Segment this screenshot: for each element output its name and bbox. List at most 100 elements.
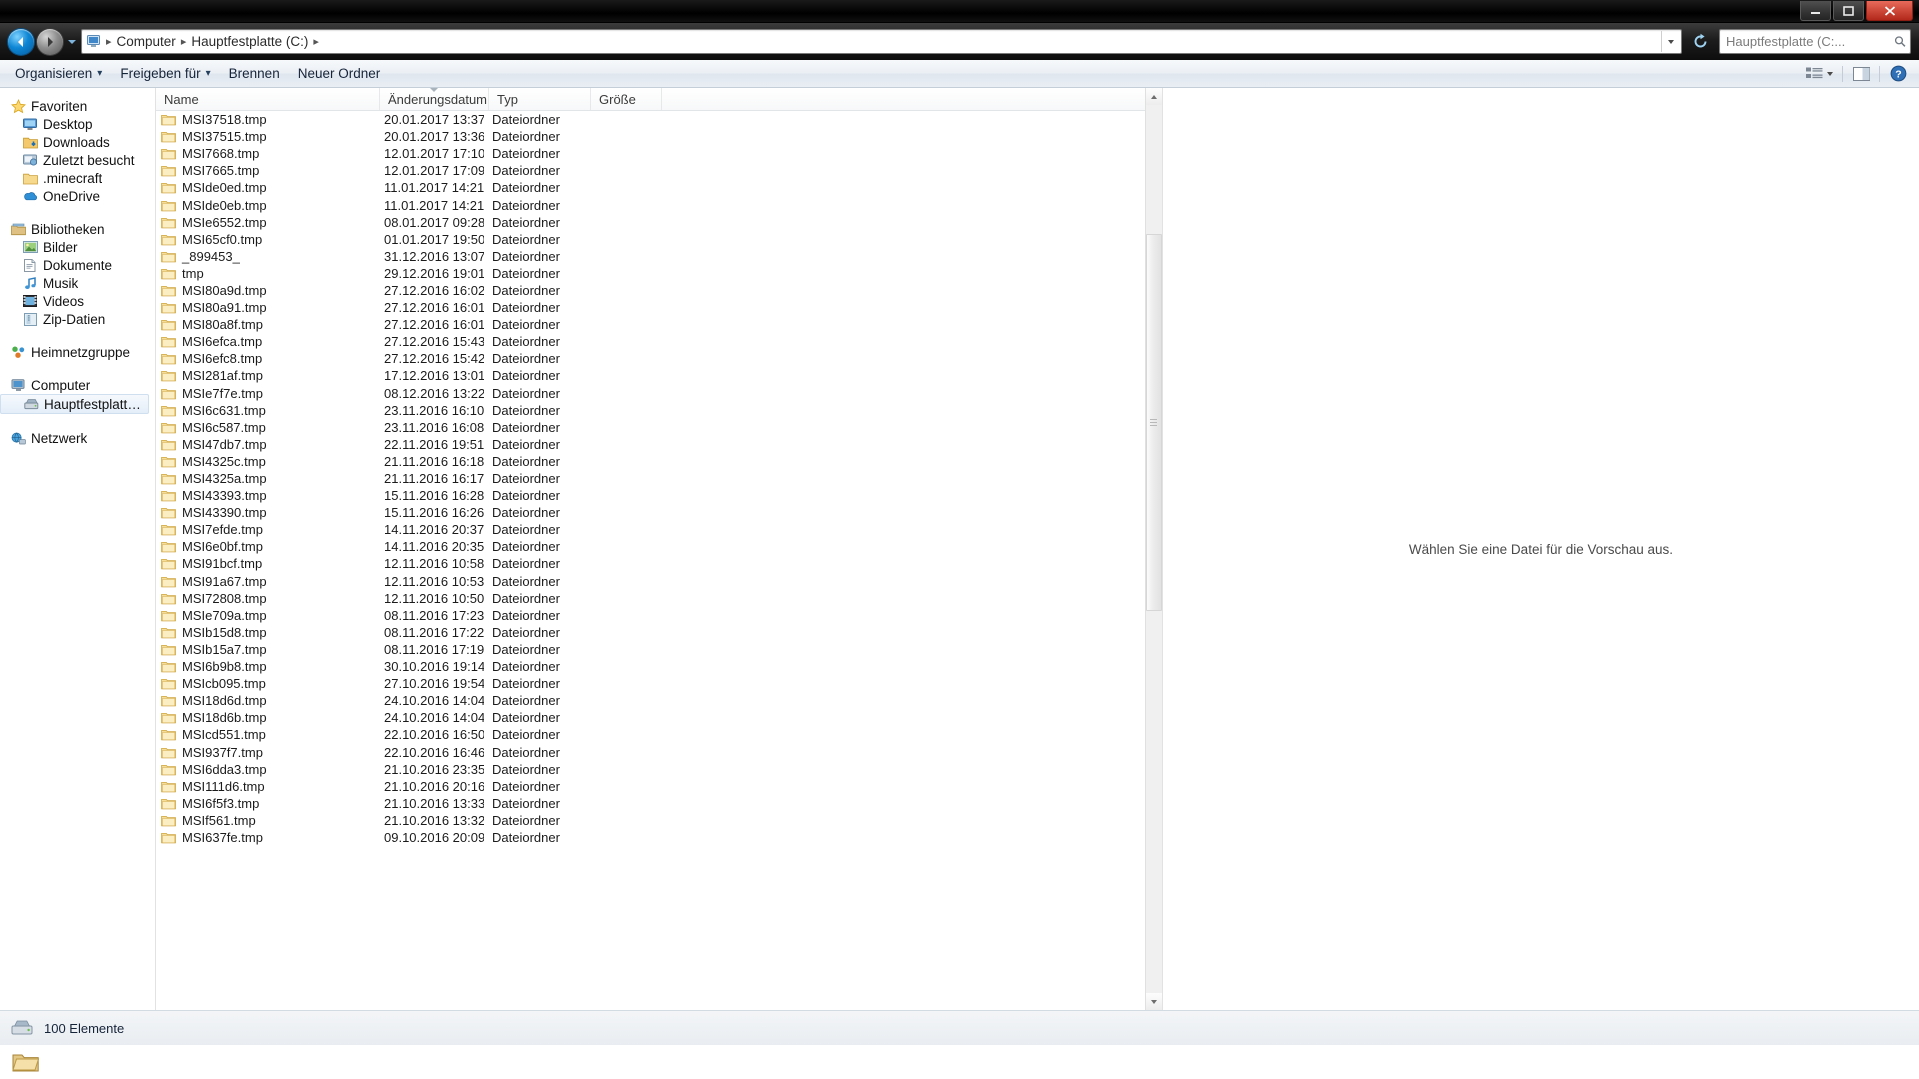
table-row[interactable]: MSI65cf0.tmp 01.01.2017 19:50 Dateiordner [156, 231, 1162, 248]
table-row[interactable]: MSI6c587.tmp 23.11.2016 16:08 Dateiordner [156, 419, 1162, 436]
table-row[interactable]: MSI91bcf.tmp 12.11.2016 10:58 Dateiordner [156, 555, 1162, 572]
sidebar-item-onedrive[interactable]: OneDrive [0, 187, 155, 205]
file-name-label: MSIcb095.tmp [182, 676, 266, 692]
forward-button[interactable] [37, 28, 63, 55]
table-row[interactable]: MSI37518.tmp 20.01.2017 13:37 Dateiordner [156, 111, 1162, 128]
search-input[interactable] [1724, 33, 1894, 50]
scroll-thumb[interactable] [1145, 234, 1162, 611]
table-row[interactable]: MSI937f7.tmp 22.10.2016 16:46 Dateiordner [156, 743, 1162, 760]
breadcrumb-separator-2[interactable]: ▸ [312, 35, 320, 48]
cell-date: 17.12.2016 13:01 [384, 368, 484, 384]
help-button[interactable]: ? [1886, 63, 1910, 84]
cell-name: MSI37515.tmp [156, 129, 376, 144]
table-row[interactable]: MSI7668.tmp 12.01.2017 17:10 Dateiordner [156, 145, 1162, 162]
table-row[interactable]: MSIe7f7e.tmp 08.12.2016 13:22 Dateiordner [156, 385, 1162, 402]
sidebar-item-hauptfestplatte[interactable]: Hauptfestplatte (C:) [0, 394, 149, 414]
table-row[interactable]: MSI43393.tmp 15.11.2016 16:28 Dateiordner [156, 487, 1162, 504]
scroll-track[interactable] [1145, 105, 1162, 993]
table-row[interactable]: MSI281af.tmp 17.12.2016 13:01 Dateiordner [156, 367, 1162, 384]
sidebar-item-libraries[interactable]: Bibliotheken [0, 220, 155, 238]
sidebar-item-documents[interactable]: Dokumente [0, 256, 155, 274]
breadcrumb-item-computer[interactable]: Computer [113, 32, 180, 51]
sidebar-item-videos[interactable]: Videos [0, 292, 155, 310]
table-row[interactable]: MSI80a8f.tmp 27.12.2016 16:01 Dateiordner [156, 316, 1162, 333]
maximize-button[interactable] [1833, 1, 1864, 21]
close-button[interactable] [1866, 1, 1913, 21]
cell-name: MSI111d6.tmp [156, 779, 376, 794]
file-name-label: MSI6b9b8.tmp [182, 659, 267, 675]
scroll-up-button[interactable] [1145, 88, 1162, 105]
table-row[interactable]: tmp 29.12.2016 19:01 Dateiordner [156, 265, 1162, 282]
scroll-down-button[interactable] [1145, 993, 1162, 1010]
folder-icon [161, 540, 176, 553]
search-box[interactable] [1719, 29, 1911, 54]
refresh-button[interactable] [1688, 29, 1712, 54]
sidebar-item-homegroup[interactable]: Heimnetzgruppe [0, 343, 155, 361]
table-row[interactable]: MSIf561.tmp 21.10.2016 13:32 Dateiordner [156, 812, 1162, 829]
table-row[interactable]: MSI6efc8.tmp 27.12.2016 15:42 Dateiordner [156, 350, 1162, 367]
table-row[interactable]: MSI111d6.tmp 21.10.2016 20:16 Dateiordner [156, 778, 1162, 795]
vertical-scrollbar[interactable] [1144, 88, 1162, 1010]
table-row[interactable]: MSI18d6b.tmp 24.10.2016 14:04 Dateiordner [156, 709, 1162, 726]
explorer-taskbar-icon[interactable] [12, 1049, 42, 1075]
table-row[interactable]: MSI37515.tmp 20.01.2017 13:36 Dateiordner [156, 128, 1162, 145]
table-row[interactable]: MSI4325c.tmp 21.11.2016 16:18 Dateiordner [156, 453, 1162, 470]
table-row[interactable]: MSI7665.tmp 12.01.2017 17:09 Dateiordner [156, 162, 1162, 179]
table-row[interactable]: _899453_ 31.12.2016 13:07 Dateiordner [156, 248, 1162, 265]
breadcrumb-bar[interactable]: ▸ Computer ▸ Hauptfestplatte (C:) ▸ [81, 29, 1682, 54]
back-button[interactable] [8, 28, 34, 55]
table-row[interactable]: MSI4325a.tmp 21.11.2016 16:17 Dateiordner [156, 470, 1162, 487]
table-row[interactable]: MSIcd551.tmp 22.10.2016 16:50 Dateiordner [156, 726, 1162, 743]
table-row[interactable]: MSI6dda3.tmp 21.10.2016 23:35 Dateiordner [156, 761, 1162, 778]
table-row[interactable]: MSI72808.tmp 12.11.2016 10:50 Dateiordner [156, 590, 1162, 607]
column-header-size[interactable]: Größe [591, 88, 662, 110]
sidebar-item-favorites[interactable]: Favoriten [0, 97, 155, 115]
new-folder-button[interactable]: Neuer Ordner [289, 63, 390, 84]
sidebar-item-music[interactable]: Musik [0, 274, 155, 292]
table-row[interactable]: MSIe6552.tmp 08.01.2017 09:28 Dateiordner [156, 214, 1162, 231]
change-view-button[interactable] [1802, 64, 1836, 83]
table-row[interactable]: MSI7efde.tmp 14.11.2016 20:37 Dateiordner [156, 521, 1162, 538]
table-row[interactable]: MSI47db7.tmp 22.11.2016 19:51 Dateiordner [156, 436, 1162, 453]
sidebar-item-network[interactable]: Netzwerk [0, 429, 155, 447]
sidebar-item-pictures[interactable]: Bilder [0, 238, 155, 256]
share-with-button[interactable]: Freigeben für ▾ [111, 63, 219, 84]
cell-name: MSI6c587.tmp [156, 420, 376, 435]
breadcrumb-dropdown-button[interactable] [1661, 31, 1679, 52]
table-row[interactable]: MSIb15d8.tmp 08.11.2016 17:22 Dateiordner [156, 624, 1162, 641]
column-header-type[interactable]: Typ [489, 88, 591, 110]
table-row[interactable]: MSIe709a.tmp 08.11.2016 17:23 Dateiordner [156, 607, 1162, 624]
table-row[interactable]: MSI637fe.tmp 09.10.2016 20:09 Dateiordner [156, 829, 1162, 846]
sidebar-item-desktop[interactable]: Desktop [0, 115, 155, 133]
table-row[interactable]: MSI80a9d.tmp 27.12.2016 16:02 Dateiordner [156, 282, 1162, 299]
table-row[interactable]: MSIb15a7.tmp 08.11.2016 17:19 Dateiordner [156, 641, 1162, 658]
table-row[interactable]: MSIde0ed.tmp 11.01.2017 14:21 Dateiordner [156, 179, 1162, 196]
sidebar-item-recent-places[interactable]: Zuletzt besucht [0, 151, 155, 169]
table-row[interactable]: MSI6f5f3.tmp 21.10.2016 13:33 Dateiordner [156, 795, 1162, 812]
table-row[interactable]: MSI6efca.tmp 27.12.2016 15:43 Dateiordner [156, 333, 1162, 350]
table-row[interactable]: MSI6b9b8.tmp 30.10.2016 19:14 Dateiordner [156, 658, 1162, 675]
table-row[interactable]: MSI6e0bf.tmp 14.11.2016 20:35 Dateiordner [156, 538, 1162, 555]
table-row[interactable]: MSI18d6d.tmp 24.10.2016 14:04 Dateiordner [156, 692, 1162, 709]
sidebar-item-downloads[interactable]: Downloads [0, 133, 155, 151]
sidebar-item-minecraft[interactable]: .minecraft [0, 169, 155, 187]
recent-pages-dropdown[interactable] [66, 29, 78, 55]
breadcrumb: ▸ Computer ▸ Hauptfestplatte (C:) ▸ [105, 32, 1661, 51]
burn-button[interactable]: Brennen [220, 63, 289, 84]
column-header-date[interactable]: Änderungsdatum [380, 88, 489, 110]
minimize-button[interactable] [1800, 1, 1831, 21]
cell-type: Dateiordner [492, 163, 560, 179]
sidebar-item-computer[interactable]: Computer [0, 376, 155, 394]
table-row[interactable]: MSIcb095.tmp 27.10.2016 19:54 Dateiordner [156, 675, 1162, 692]
table-row[interactable]: MSI80a91.tmp 27.12.2016 16:01 Dateiordner [156, 299, 1162, 316]
table-row[interactable]: MSI91a67.tmp 12.11.2016 10:53 Dateiordner [156, 573, 1162, 590]
table-row[interactable]: MSIde0eb.tmp 11.01.2017 14:21 Dateiordner [156, 196, 1162, 213]
breadcrumb-separator-1[interactable]: ▸ [180, 35, 188, 48]
column-header-name[interactable]: Name [156, 88, 380, 110]
sidebar-item-zip[interactable]: Zip-Datien [0, 310, 155, 328]
preview-pane-button[interactable] [1849, 63, 1873, 84]
breadcrumb-item-drive[interactable]: Hauptfestplatte (C:) [187, 32, 312, 51]
table-row[interactable]: MSI6c631.tmp 23.11.2016 16:10 Dateiordner [156, 402, 1162, 419]
organize-button[interactable]: Organisieren ▾ [6, 63, 111, 84]
table-row[interactable]: MSI43390.tmp 15.11.2016 16:26 Dateiordner [156, 504, 1162, 521]
